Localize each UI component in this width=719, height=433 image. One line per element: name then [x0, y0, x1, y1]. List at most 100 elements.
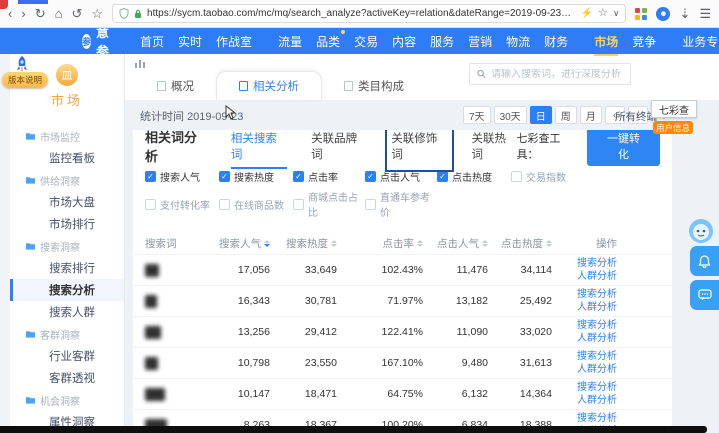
video-progress-bar[interactable] — [0, 426, 707, 433]
doc-icon — [344, 81, 353, 91]
version-badge[interactable]: 版本说明 — [2, 72, 48, 88]
nav-item-category[interactable]: 品类 — [316, 33, 340, 50]
tab-related-hot-words[interactable]: 关联热词 — [472, 130, 517, 166]
redacted-search-word — [145, 419, 167, 427]
chat-float-button[interactable] — [690, 280, 719, 310]
reload-icon[interactable]: ↻ — [35, 7, 46, 20]
search-analysis-link[interactable]: 搜索分析 — [552, 412, 617, 426]
nav-item-finance[interactable]: 财务 — [544, 33, 568, 50]
sidebar-group-market-monitor[interactable]: 市场监控 — [10, 125, 124, 147]
favorite-star-icon[interactable]: ☆ — [598, 8, 608, 19]
col-search-popularity[interactable]: 搜索人气 — [205, 236, 270, 251]
sidebar-item-monitor-board[interactable]: 监控看板 — [10, 147, 124, 169]
sidebar-item-market-ranking[interactable]: 市场排行 — [10, 213, 124, 235]
tab-related-modifier-words[interactable]: 关联修饰词 — [391, 130, 447, 166]
user-info-button[interactable]: 用户信息 — [653, 121, 693, 134]
range-day-button[interactable]: 日 — [530, 106, 552, 124]
search-analysis-link[interactable]: 搜索分析 — [552, 288, 617, 302]
range-30d-button[interactable]: 30天 — [494, 106, 527, 124]
sidebar-group-supply-insight[interactable]: 供给洞察 — [10, 169, 124, 191]
lightning-icon[interactable]: ⚡ — [581, 9, 593, 19]
nav-item-realtime[interactable]: 实时 — [178, 33, 202, 50]
menu-icon[interactable]: ☰ — [699, 7, 711, 20]
audience-analysis-link[interactable]: 人群分析 — [552, 394, 617, 408]
nav-item-service[interactable]: 服务 — [430, 33, 454, 50]
search-analysis-link[interactable]: 搜索分析 — [552, 319, 617, 333]
apps-grid-icon[interactable] — [635, 8, 647, 20]
col-click-popularity[interactable]: 点击人气 — [423, 236, 488, 251]
redacted-search-word — [145, 295, 157, 308]
tab-related-brand-words[interactable]: 关联品牌词 — [311, 130, 367, 166]
col-search-heat[interactable]: 搜索热度 — [270, 236, 337, 251]
range-7d-button[interactable]: 7天 — [463, 106, 491, 124]
sidebar-item-audience-perspective[interactable]: 客群透视 — [10, 367, 124, 389]
range-month-button[interactable]: 月 — [580, 106, 602, 124]
qicai-check-button[interactable]: 七彩查 — [651, 100, 697, 118]
home-icon[interactable]: ⌂ — [55, 7, 63, 20]
browser-profile-icon[interactable]: ☻ — [656, 7, 670, 21]
back-icon[interactable]: ‹ — [8, 7, 12, 20]
bookmark-star-icon[interactable]: ☆ — [91, 7, 103, 20]
metric-search-heat[interactable]: ✓搜索热度 — [219, 169, 293, 184]
assistant-mascot[interactable] — [686, 217, 716, 245]
undo-icon[interactable]: ↺ — [71, 7, 82, 20]
related-words-table: 搜索词 搜索人气 搜索热度 点击率 点击人气 点击热度 操作 17,056 33… — [133, 228, 672, 426]
sidebar-item-search-analysis[interactable]: 搜索分析 — [10, 279, 124, 301]
notifications-float-button[interactable] — [690, 246, 719, 276]
metric-search-popularity[interactable]: ✓搜索人气 — [145, 169, 219, 184]
keyword-search-box[interactable] — [469, 63, 631, 85]
nav-item-market[interactable]: 市场 — [594, 33, 618, 50]
nav-item-content[interactable]: 内容 — [392, 33, 416, 50]
download-icon[interactable]: ⇣ — [679, 7, 690, 20]
audience-analysis-link[interactable]: 人群分析 — [552, 363, 617, 377]
stats-band: 统计时间 2019-09-23 7天 30天 日 周 月 ‹ › 所有终端 ∨ — [125, 100, 719, 130]
nav-item-warroom[interactable]: 作战室 — [216, 33, 252, 50]
metric-ztc-reference-price[interactable]: 直通车参考价 — [365, 189, 437, 219]
nav-item-trade[interactable]: 交易 — [354, 33, 378, 50]
doc-icon — [157, 81, 166, 91]
chevron-down-icon[interactable]: ∨ — [613, 9, 620, 18]
audience-analysis-link[interactable]: 人群分析 — [552, 301, 617, 315]
sidebar-item-industry-audience[interactable]: 行业客群 — [10, 345, 124, 367]
nav-item-home[interactable]: 首页 — [140, 33, 164, 50]
tab-related-search-words[interactable]: 相关搜索词 — [231, 130, 287, 166]
checkbox-unchecked-icon — [145, 199, 156, 210]
tab-overview[interactable]: 概况 — [135, 72, 216, 100]
sidebar-item-search-audience[interactable]: 搜索人群 — [10, 301, 124, 323]
sidebar-group-opportunity-insight[interactable]: 机会洞察 — [10, 389, 124, 411]
audience-analysis-link[interactable]: 人群分析 — [552, 270, 617, 284]
keyword-search-input[interactable] — [491, 69, 623, 80]
metric-mall-click-share[interactable]: 商城点击占比 — [293, 189, 365, 219]
forward-icon[interactable]: › — [21, 7, 25, 20]
sidebar-group-audience-insight[interactable]: 客群洞察 — [10, 323, 124, 345]
search-analysis-link[interactable]: 搜索分析 — [552, 257, 617, 271]
sidebar-group-search-insight[interactable]: 搜索洞察 — [10, 235, 124, 257]
col-search-word: 搜索词 — [145, 236, 205, 251]
nav-item-traffic[interactable]: 流量 — [278, 33, 302, 50]
audience-analysis-link[interactable]: 人群分析 — [552, 332, 617, 346]
table-row: 8,263 18,367 100.20% 6,834 18,388 搜索分析人群… — [133, 409, 672, 426]
card-tools: 七彩查工具： 一键转化 — [516, 130, 660, 166]
range-week-button[interactable]: 周 — [555, 106, 577, 124]
col-click-heat[interactable]: 点击热度 — [488, 236, 552, 251]
folder-icon — [26, 176, 35, 184]
col-click-rate[interactable]: 点击率 — [337, 236, 423, 251]
sidebar-item-market-overview[interactable]: 市场大盘 — [10, 191, 124, 213]
metric-online-products[interactable]: 在线商品数 — [219, 189, 293, 219]
tab-relation-analysis[interactable]: 相关分析 — [216, 71, 322, 100]
metric-trade-index[interactable]: 交易指数 — [511, 169, 660, 184]
nav-item-competition[interactable]: 竞争 — [632, 33, 656, 50]
tab-category-composition[interactable]: 类目构成 — [322, 72, 426, 100]
sidebar-item-search-ranking[interactable]: 搜索排行 — [10, 257, 124, 279]
nav-item-logistics[interactable]: 物流 — [506, 33, 530, 50]
search-analysis-link[interactable]: 搜索分析 — [552, 350, 617, 364]
metric-click-popularity[interactable]: ✓点击人气 — [365, 169, 437, 184]
metric-payment-conversion[interactable]: 支付转化率 — [145, 189, 219, 219]
address-bar[interactable]: https://sycm.taobao.com/mc/mq/search_ana… — [112, 4, 626, 23]
metric-click-rate[interactable]: ✓点击率 — [293, 169, 365, 184]
search-analysis-link[interactable]: 搜索分析 — [552, 381, 617, 395]
nav-item-business-zone[interactable]: 业务专区 — [682, 33, 719, 50]
nav-item-marketing[interactable]: 营销 — [468, 33, 492, 50]
metric-click-heat[interactable]: ✓点击热度 — [437, 169, 511, 184]
one-click-convert-button[interactable]: 一键转化 — [587, 130, 660, 166]
